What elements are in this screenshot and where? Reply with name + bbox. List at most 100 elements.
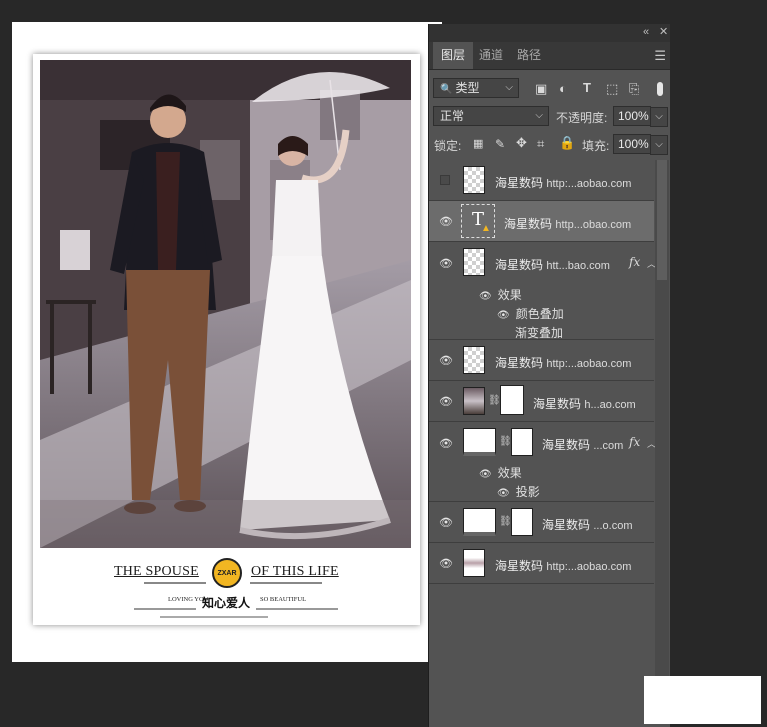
photo-caption: THE SPOUSE ZXAR OF THIS LIFE LOVING YOU …: [40, 556, 411, 624]
layers-list: 海星数码 http:...aobao.com 👁 T ▲ 海星数码 http..…: [429, 160, 670, 584]
panel-topbar: « ✕: [429, 24, 670, 42]
filter-type-label: 类型: [455, 81, 480, 95]
eye-icon[interactable]: 👁: [439, 395, 453, 409]
eye-icon[interactable]: 👁: [479, 469, 492, 480]
caption-fine-print-bottom-right: [256, 608, 338, 610]
layers-scrollbar[interactable]: [655, 160, 669, 700]
tab-paths[interactable]: 路径: [509, 42, 549, 69]
chevron-down-icon[interactable]: ⌵: [650, 107, 668, 127]
layer-row[interactable]: 👁 海星数码 http:...aobao.com: [429, 340, 654, 381]
blend-mode-label: 正常: [440, 109, 465, 123]
caption-right-title: OF THIS LIFE: [251, 564, 339, 579]
caption-left-title: THE SPOUSE: [114, 564, 199, 579]
lock-label: 锁定:: [434, 139, 462, 153]
opacity-label: 不透明度:: [556, 111, 608, 125]
collapse-panel-icon[interactable]: «: [643, 26, 649, 38]
layer-fx-badge[interactable]: fx: [629, 255, 640, 269]
pixel-filter-icon[interactable]: ▣: [535, 82, 547, 96]
eye-icon[interactable]: 👁: [479, 291, 492, 302]
layer-thumbnail-transparent: [463, 346, 485, 374]
layer-name: 海星数码 ...com: [542, 438, 624, 452]
eye-icon[interactable]: 👁: [439, 437, 453, 451]
layer-row[interactable]: 👁 海星数码 http:...aobao.com: [429, 543, 654, 584]
lock-transparency-icon[interactable]: ▦: [473, 137, 483, 151]
layer-thumbnail-transparent: [463, 166, 485, 194]
text-filter-icon[interactable]: T: [583, 81, 591, 95]
lock-row: 锁定: ▦ ✎ ✥ ⌗ 🔒 填充: 100% ⌵: [429, 132, 670, 158]
effects-group[interactable]: 👁 效果: [479, 464, 522, 481]
shape-filter-icon[interactable]: ⬚: [606, 82, 618, 96]
chevron-down-icon: ⌵: [535, 110, 543, 121]
layer-thumbnail-photo: [463, 387, 485, 415]
canvas-area[interactable]: THE SPOUSE ZXAR OF THIS LIFE LOVING YOU …: [0, 0, 442, 727]
hamburger-icon[interactable]: ☰: [654, 48, 666, 64]
filter-row: 🔍 类型 ⌵ ▣ ◐ T ⬚ ⎘: [429, 76, 670, 102]
layer-fx-badge[interactable]: fx: [629, 435, 640, 449]
link-chain-icon[interactable]: ⛓: [499, 436, 512, 447]
filter-type-dropdown[interactable]: 🔍 类型 ⌵: [433, 78, 519, 98]
layer-row[interactable]: 👁 海星数码 htt...bao.com fx ︿ 👁 效果 👁 颜色叠加 渐变叠加: [429, 242, 656, 341]
eye-icon[interactable]: 👁: [497, 310, 510, 321]
layer-name: 海星数码 ...o.com: [542, 518, 633, 532]
opacity-value: 100%: [618, 109, 649, 123]
warning-icon: ▲: [481, 223, 491, 234]
eye-icon[interactable]: 👁: [439, 257, 453, 271]
blend-mode-dropdown[interactable]: 正常 ⌵: [433, 106, 549, 126]
tab-channels[interactable]: 通道: [471, 42, 511, 69]
fill-value: 100%: [618, 137, 649, 151]
layer-mask-thumbnail[interactable]: [511, 428, 533, 456]
layer-name: 海星数码 http:...aobao.com: [495, 356, 632, 370]
layer-name: 海星数码 http:...aobao.com: [495, 559, 632, 573]
caption-fine-print-left: [144, 582, 206, 584]
lock-position-move-icon[interactable]: ✥: [516, 136, 527, 150]
layer-name: 海星数码 htt...bao.com: [495, 258, 610, 272]
tab-layers[interactable]: 图层: [433, 42, 474, 69]
filter-toggle-switch[interactable]: [657, 82, 663, 96]
effect-label: 渐变叠加: [515, 326, 564, 340]
eye-icon[interactable]: 👁: [439, 354, 453, 368]
layer-thumbnail-transparent: [463, 248, 485, 276]
lock-artboard-icon[interactable]: ⌗: [537, 137, 544, 151]
caption-so-beautiful: SO BEAUTIFUL: [260, 596, 307, 603]
close-panel-icon[interactable]: ✕: [659, 26, 668, 38]
layer-row[interactable]: 海星数码 http:...aobao.com: [429, 160, 654, 201]
lock-all-icon[interactable]: 🔒: [559, 136, 575, 150]
caption-fine-print-footer: [160, 616, 268, 618]
eye-icon[interactable]: 👁: [439, 557, 453, 571]
text-layer-thumbnail: T ▲: [461, 204, 495, 238]
layer-row[interactable]: 👁 ⛓ 海星数码 ...o.com: [429, 502, 654, 543]
layer-mask-thumbnail[interactable]: [501, 386, 523, 414]
effects-label: 效果: [497, 466, 522, 480]
effect-color-overlay[interactable]: 👁 颜色叠加: [497, 305, 564, 322]
layer-row[interactable]: 👁 ⛓ 海星数码 h...ao.com: [429, 381, 654, 422]
link-chain-icon[interactable]: ⛓: [499, 516, 512, 527]
effect-drop-shadow[interactable]: 👁 投影: [497, 483, 540, 500]
caption-chinese-title: 知心爱人: [202, 596, 251, 610]
layers-panel: « ✕ 图层 通道 路径 ☰ 🔍 类型 ⌵ ▣ ◐ T ⬚ ⎘ 正常 ⌵ 不透明度…: [428, 24, 670, 727]
visibility-toggle-off[interactable]: [440, 175, 450, 185]
eye-icon[interactable]: 👁: [439, 215, 453, 229]
effect-gradient-overlay[interactable]: 渐变叠加: [515, 324, 563, 341]
link-chain-icon[interactable]: ⛓: [488, 395, 501, 406]
eye-icon[interactable]: 👁: [497, 488, 510, 499]
fill-label: 填充:: [582, 139, 610, 153]
layer-row-selected[interactable]: 👁 T ▲ 海星数码 http...obao.com: [429, 201, 654, 242]
search-icon: 🔍: [440, 84, 453, 95]
zxar-logo-badge: ZXAR: [212, 558, 242, 588]
smart-object-filter-icon[interactable]: ⎘: [629, 82, 639, 96]
blank-white-area: [644, 676, 761, 724]
layer-mask-thumbnail[interactable]: [511, 508, 533, 536]
scrollbar-thumb[interactable]: [657, 160, 667, 280]
opacity-field[interactable]: 100% ⌵: [613, 106, 668, 127]
chevron-down-icon[interactable]: ⌵: [650, 135, 668, 155]
caption-fine-print-bottom-left: [134, 608, 196, 610]
wedding-photo: [40, 60, 411, 548]
effects-group[interactable]: 👁 效果: [479, 286, 522, 303]
adjustment-filter-icon[interactable]: ◐: [559, 82, 567, 96]
layer-thumbnail-white: [463, 508, 496, 536]
eye-icon[interactable]: 👁: [439, 516, 453, 530]
layer-name: 海星数码 http...obao.com: [504, 217, 632, 231]
lock-pixels-brush-icon[interactable]: ✎: [495, 137, 505, 151]
layer-row[interactable]: 👁 ⛓ 海星数码 ...com fx ︿ 👁 效果 👁 投影: [429, 422, 656, 502]
fill-field[interactable]: 100% ⌵: [613, 134, 668, 155]
